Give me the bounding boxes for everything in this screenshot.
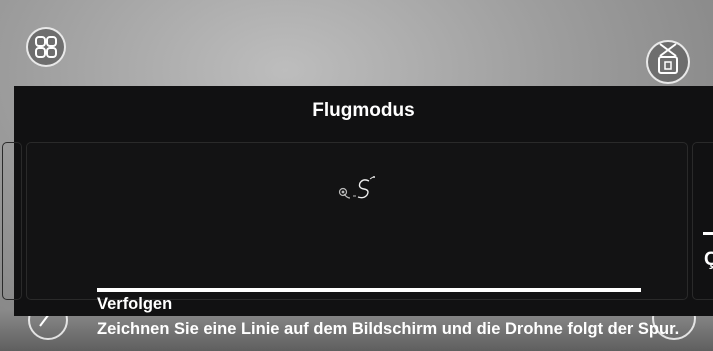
draw-path-icon xyxy=(338,176,375,199)
mode-card-follow[interactable]: Verfolgen Zeichnen Sie eine Linie auf de… xyxy=(26,142,688,338)
next-card-text: Ç xyxy=(704,249,713,271)
mode-description: Zeichnen Sie eine Linie auf dem Bildschi… xyxy=(97,320,680,338)
media-gallery-button[interactable] xyxy=(646,40,690,84)
flight-mode-panel: Flugmodus Verfolgen Zeichnen Sie eine Li… xyxy=(2,86,713,338)
menu-button[interactable] xyxy=(26,27,66,67)
media-gallery-icon xyxy=(658,43,678,74)
next-mode-card[interactable]: Ç xyxy=(692,142,713,300)
mode-divider xyxy=(97,288,641,292)
panel-title: Flugmodus xyxy=(312,100,415,121)
next-card-divider xyxy=(703,232,713,235)
previous-mode-card[interactable] xyxy=(2,142,22,300)
mode-name: Verfolgen xyxy=(97,295,173,313)
grid-menu-icon xyxy=(35,36,57,58)
